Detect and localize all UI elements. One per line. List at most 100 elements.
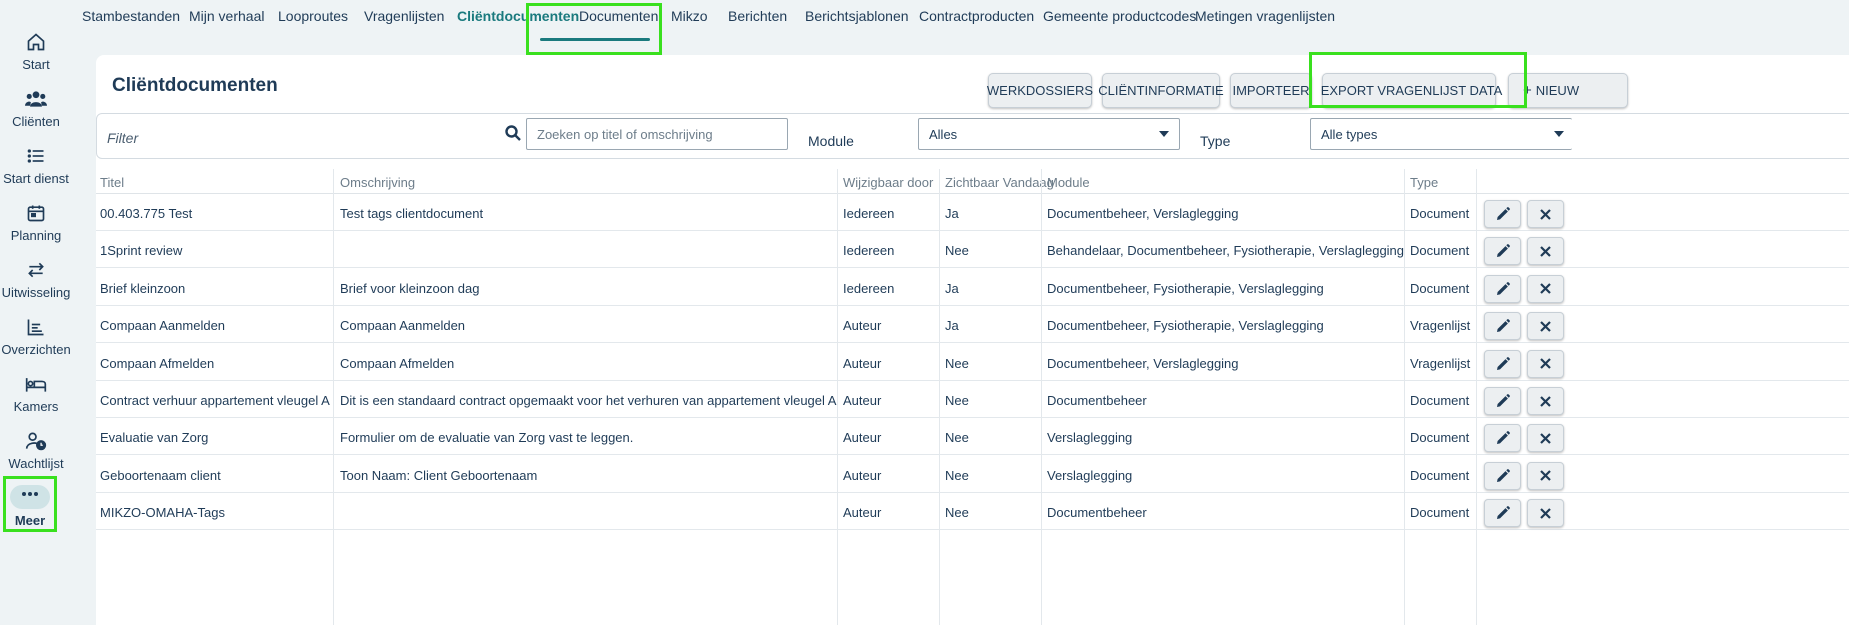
list-icon	[27, 149, 44, 163]
edit-button[interactable]	[1484, 349, 1521, 378]
tab-highlight-box	[526, 3, 662, 55]
sidebar-item-wachtlijst[interactable]: Wachtlijst	[0, 431, 72, 471]
cell-module: Behandelaar, Documentbeheer, Fysiotherap…	[1047, 243, 1405, 259]
delete-button[interactable]	[1527, 499, 1564, 528]
edit-button[interactable]	[1484, 461, 1521, 490]
tab-mikzo[interactable]: Mikzo	[671, 8, 708, 24]
sidebar-item-meer[interactable]: Meer	[3, 476, 57, 532]
table-row[interactable]: Compaan Aanmelden Compaan Aanmelden Aute…	[96, 306, 1849, 344]
delete-button[interactable]	[1527, 349, 1564, 378]
cell-wijzigbaar-door: Auteur	[843, 467, 882, 483]
column-header-omschrijving[interactable]: Omschrijving	[340, 175, 415, 190]
column-header-module[interactable]: Module	[1047, 175, 1090, 190]
table-row[interactable]: 1Sprint review Iedereen Nee Behandelaar,…	[96, 231, 1849, 269]
sidebar-item-label: Wachtlijst	[8, 456, 64, 471]
swap-icon	[28, 262, 44, 278]
sidebar-item-start[interactable]: Start	[0, 32, 72, 72]
tab-berichten[interactable]: Berichten	[728, 8, 787, 24]
sidebar: Start Cliënten Start dienst Planning Uit…	[0, 0, 72, 625]
table-row[interactable]: Brief kleinzoon Brief voor kleinzoon dag…	[96, 269, 1849, 306]
delete-button[interactable]	[1527, 312, 1564, 341]
tab-metingen-vragenlijsten[interactable]: Metingen vragenlijsten	[1195, 8, 1335, 24]
cell-zichtbaar-vandaag: Nee	[945, 355, 969, 371]
column-header-zichtbaar-vandaag[interactable]: Zichtbaar Vandaag	[945, 175, 1054, 190]
tab-berichtsjablonen[interactable]: Berichtsjablonen	[805, 8, 909, 24]
cell-module: Documentbeheer	[1047, 393, 1147, 408]
close-icon	[1540, 433, 1551, 444]
tab-stambestanden[interactable]: Stambestanden	[82, 8, 180, 24]
sidebar-item-uitwisseling[interactable]: Uitwisseling	[0, 260, 72, 300]
cell-omschrijving: Toon Naam: Client Geboortenaam	[340, 467, 538, 483]
edit-button[interactable]	[1484, 387, 1521, 415]
delete-button[interactable]	[1527, 387, 1564, 415]
cell-type: Vragenlijst	[1410, 318, 1471, 334]
importeer-button[interactable]: IMPORTEER	[1230, 73, 1312, 108]
sidebar-item-planning[interactable]: Planning	[0, 203, 72, 243]
tab-contractproducten[interactable]: Contractproducten	[919, 8, 1034, 24]
cell-zichtbaar-vandaag: Nee	[945, 430, 969, 446]
tab-vragenlijsten[interactable]: Vragenlijsten	[364, 8, 444, 24]
edit-button[interactable]	[1484, 312, 1521, 341]
edit-button[interactable]	[1484, 237, 1521, 266]
search-input[interactable]	[526, 118, 788, 150]
edit-button[interactable]	[1484, 200, 1521, 228]
module-filter-label: Module	[808, 133, 854, 149]
column-header-type[interactable]: Type	[1410, 175, 1438, 190]
cell-titel: 00.403.775 Test	[100, 206, 193, 221]
table-row[interactable]: Contract verhuur appartement vleugel A D…	[96, 381, 1849, 418]
column-header-wijzigbaar-door[interactable]: Wijzigbaar door	[843, 175, 933, 190]
tab-looproutes[interactable]: Looproutes	[278, 8, 348, 24]
cell-zichtbaar-vandaag: Nee	[945, 505, 969, 521]
cell-type: Document	[1410, 243, 1470, 259]
cell-omschrijving: Brief voor kleinzoon dag	[340, 280, 480, 296]
table-row[interactable]: MIKZO-OMAHA-Tags Auteur Nee Documentbehe…	[96, 493, 1849, 531]
close-icon	[1540, 246, 1551, 257]
sidebar-item-clienten[interactable]: Cliënten	[0, 89, 72, 129]
cell-zichtbaar-vandaag: Ja	[945, 206, 959, 221]
delete-button[interactable]	[1527, 424, 1564, 453]
edit-button[interactable]	[1484, 274, 1521, 303]
table-row[interactable]: Geboortenaam client Toon Naam: Client Ge…	[96, 456, 1849, 493]
module-select[interactable]: Alles	[918, 118, 1180, 150]
cell-wijzigbaar-door: Auteur	[843, 430, 882, 446]
home-icon	[27, 33, 45, 51]
sidebar-item-label: Uitwisseling	[1, 285, 71, 300]
sidebar-item-kamers[interactable]: Kamers	[0, 374, 72, 414]
cell-module: Documentbeheer	[1047, 505, 1147, 521]
sidebar-item-start-dienst[interactable]: Start dienst	[0, 146, 72, 186]
type-select[interactable]: Alle types	[1310, 118, 1572, 150]
tab-mijn-verhaal[interactable]: Mijn verhaal	[189, 8, 264, 24]
table-row[interactable]: Evaluatie van Zorg Formulier om de evalu…	[96, 418, 1849, 456]
filter-label: Filter	[107, 130, 139, 146]
table-row[interactable]: 00.403.775 Test Test tags clientdocument…	[96, 194, 1849, 231]
calendar-icon	[27, 205, 45, 222]
search-icon[interactable]	[505, 125, 521, 141]
chevron-down-icon	[1554, 131, 1564, 137]
tab-gemeente-productcodes[interactable]: Gemeente productcodes	[1043, 8, 1196, 24]
delete-button[interactable]	[1527, 461, 1564, 490]
edit-button[interactable]	[1484, 499, 1521, 528]
cell-wijzigbaar-door: Auteur	[843, 355, 882, 371]
pencil-icon	[1496, 468, 1510, 482]
type-select-value: Alle types	[1321, 127, 1378, 142]
more-icon	[10, 485, 50, 509]
sidebar-item-overzichten[interactable]: Overzichten	[0, 317, 72, 357]
table-row[interactable]: Compaan Afmelden Compaan Afmelden Auteur…	[96, 344, 1849, 381]
cell-module: Documentbeheer, Verslaglegging	[1047, 355, 1239, 371]
edit-button[interactable]	[1484, 424, 1521, 453]
cell-module: Verslaglegging	[1047, 467, 1133, 483]
delete-button[interactable]	[1527, 237, 1564, 266]
close-icon	[1540, 320, 1551, 332]
cell-omschrijving: Formulier om de evaluatie van Zorg vast …	[340, 430, 634, 446]
werkdossiers-button[interactable]: WERKDOSSIERS	[987, 73, 1093, 108]
clientinformatie-button[interactable]: CLIËNTINFORMATIE	[1098, 73, 1224, 108]
column-header-titel[interactable]: Titel	[100, 175, 124, 190]
delete-button[interactable]	[1527, 200, 1564, 228]
nieuw-button-label: NIEUW	[1535, 83, 1580, 98]
close-icon	[1540, 395, 1551, 407]
chart-icon	[27, 319, 44, 336]
cell-titel: Evaluatie van Zorg	[100, 430, 209, 446]
cell-titel: 1Sprint review	[100, 243, 183, 259]
bed-icon	[25, 378, 47, 392]
delete-button[interactable]	[1527, 274, 1564, 303]
